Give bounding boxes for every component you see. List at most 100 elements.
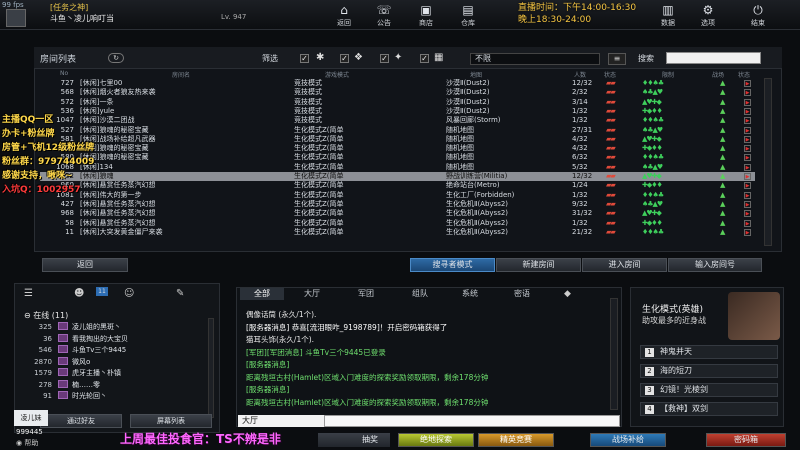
table-row[interactable]: 568 [休闲]烟火者狼友热来袭 竞技模式 沙漠Ⅱ(Dust2) 2/32 ▰▰ ♠♣▲♥ ▲…	[40, 88, 755, 97]
back-button[interactable]: 返回	[42, 258, 128, 272]
column-header[interactable]: No	[60, 70, 68, 77]
table-row[interactable]: 968 [休闲]悬赏任务蒸汽幻想 生化模式Z(简单 生化危机Ⅱ(Abyss2) 31/3…	[40, 209, 755, 218]
list-item[interactable]: 2870 微风o	[24, 356, 90, 367]
table-row[interactable]: 58 [休闲]悬赏任务蒸汽幻想 生化模式Z(简单 生化危机Ⅱ(Abyss2) 1/32 ▰…	[40, 219, 755, 228]
chat-channel-select[interactable]: 大厅	[238, 415, 324, 427]
table-row[interactable]: 580 [休闲]狼魂的秘密宝藏 生化模式Z(简单 随机地图 6/32 ▰▰ ♦♦♠♣ ▲ ▶	[40, 153, 755, 162]
help-link[interactable]: ◉ 帮助	[16, 438, 38, 448]
column-header[interactable]: 限制	[662, 70, 674, 79]
list-item[interactable]: 36 看我掏出的大宝贝	[24, 333, 128, 344]
chat-tab[interactable]: 系统	[448, 288, 492, 300]
column-header[interactable]: 状态	[738, 70, 750, 79]
play-icon[interactable]: ▶	[744, 98, 751, 106]
table-row[interactable]: 581 [休闲]战场补给超凡武器 生化模式Z(简单 随机地图 4/32 ▰▰ ▲♥✚◆ ▲ ▶	[40, 135, 755, 144]
table-row[interactable]: 1047 [休闲]沙漠二团战 竞技模式 风暴回廊(Storm) 1/32 ▰▰ ♦♦♠♣ ▲ ▶	[40, 116, 755, 125]
skill-item[interactable]: 4 【救神】双剑	[640, 402, 778, 416]
play-icon[interactable]: ▶	[744, 200, 751, 208]
nav-button-4[interactable]: ▥ 数据	[652, 3, 684, 29]
skill-item[interactable]: 2 海的短刀	[640, 364, 778, 378]
filter-select[interactable]: 不限	[470, 53, 600, 65]
list-item[interactable]: 325 凌儿姐的黑斑丶	[24, 322, 121, 332]
table-row[interactable]: 1068 [休闲]134 生化模式Z(简单 随机地图 5/32 ▰▰ ♠♣▲♥ ▲ ▶	[40, 163, 755, 172]
play-icon[interactable]: ▶	[744, 117, 751, 125]
filter-checkbox-1[interactable]: ✓	[300, 54, 309, 63]
list-item[interactable]: 546 斗鱼Tv三个9445	[24, 345, 126, 355]
list-item[interactable]: 278 楠……零	[24, 379, 100, 390]
column-header[interactable]: 房间名	[172, 70, 190, 79]
chat-tab[interactable]: 全部	[240, 288, 284, 300]
column-header[interactable]: 地图	[470, 70, 482, 79]
play-icon[interactable]: ▶	[744, 89, 751, 97]
chat-scrollbar[interactable]	[610, 298, 618, 410]
table-row[interactable]: 527 [休闲]狼魂的秘密宝藏 生化模式Z(简单 随机地图 27/31 ▰▰ ♠♣▲♥ ▲ ▶	[40, 126, 755, 135]
password-box-button[interactable]: 密码箱	[706, 433, 786, 447]
play-icon[interactable]: ▶	[744, 80, 751, 87]
table-row[interactable]: 1032 [休闲]狼魂 生化模式Z(简单 野战训练营(Militia) 12/32 ▰▰ ▲…	[40, 172, 755, 181]
chat-tab[interactable]: 军团	[344, 288, 388, 300]
group-icon[interactable]: ☺	[124, 288, 134, 299]
table-row[interactable]: 960 [休闲]悬赏任务蒸汽幻想 生化模式Z(简单 绝命站台(Metro) 1/24 ▰▰…	[40, 181, 755, 190]
column-header[interactable]: 战场	[712, 70, 724, 79]
chat-tab[interactable]: 密语	[500, 288, 544, 300]
play-icon[interactable]: ▶	[744, 219, 751, 227]
play-icon[interactable]: ▶	[744, 191, 751, 199]
filter-checkbox-3[interactable]: ✓	[380, 54, 389, 63]
lottery-button[interactable]: 抽奖	[318, 433, 390, 447]
table-row[interactable]: 507 [休闲]狼魂的秘密宝藏 生化模式Z(简单 随机地图 4/32 ▰▰ ✚◆♦♦ ▲ ▶	[40, 144, 755, 153]
chat-tab[interactable]: 组队	[398, 288, 442, 300]
add-friend-button[interactable]: 通过好友	[40, 414, 122, 428]
refresh-icon[interactable]: ↻	[108, 53, 124, 63]
play-icon[interactable]: ▶	[744, 154, 751, 162]
elite-contest-button[interactable]: 精英竞赛	[478, 433, 554, 447]
new-room-button[interactable]: 新建房间	[496, 258, 581, 272]
nav-button-6[interactable]: ⏻ 结束	[742, 3, 774, 29]
menu-icon[interactable]: ≡	[608, 53, 626, 65]
play-icon[interactable]: ▶	[744, 228, 751, 236]
table-row[interactable]: 727 [休闲]七里00 竞技模式 沙漠Ⅱ(Dust2) 12/32 ▰▰ ♦♦♠♣ ▲ ▶	[40, 79, 755, 88]
play-icon[interactable]: ▶	[744, 126, 751, 134]
nav-button-1[interactable]: ☏ 公告	[368, 3, 400, 29]
table-row[interactable]: 427 [休闲]悬赏任务蒸汽幻想 生化模式Z(简单 生化危机Ⅱ(Abyss2) 9/32…	[40, 200, 755, 209]
column-header[interactable]: 游戏模式	[325, 70, 349, 79]
screen-list-button[interactable]: 屏幕列表	[130, 414, 212, 428]
play-icon[interactable]: ▶	[744, 107, 751, 115]
play-icon[interactable]: ▶	[744, 163, 751, 171]
supply-button[interactable]: 战场补给	[590, 433, 666, 447]
column-header[interactable]: 人数	[574, 70, 586, 79]
filter-checkbox-4[interactable]: ✓	[420, 54, 429, 63]
table-row[interactable]: 11 [休闲]大突发黄金僵尸来袭 生化模式Z(简单 生化危机Ⅱ(Abyss2) 21/3…	[40, 228, 755, 237]
chat-tab[interactable]: 大厅	[290, 288, 334, 300]
table-row[interactable]: 572 [休闲]一条 竞技模式 沙漠Ⅱ(Dust2) 3/14 ▰▰ ▲♥✚◆ ▲ ▶	[40, 98, 755, 107]
skill-item[interactable]: 3 幻镜！光棱剑	[640, 383, 778, 397]
column-header[interactable]: 状态	[604, 70, 616, 79]
diamond-icon[interactable]: ◆	[564, 289, 571, 299]
search-input[interactable]	[666, 52, 761, 64]
play-icon[interactable]: ▶	[744, 173, 751, 180]
explore-button[interactable]: 绝地探索	[398, 433, 474, 447]
table-row[interactable]: 536 [休闲]yule 竞技模式 沙漠Ⅱ(Dust2) 1/32 ▰▰ ✚◆♦♦ ▲ ▶	[40, 107, 755, 116]
input-room-button[interactable]: 输入房间号	[668, 258, 762, 272]
online-header[interactable]: ⊖ 在线 (11)	[24, 310, 68, 321]
nav-button-2[interactable]: ▣ 商店	[410, 3, 442, 29]
bottom-avatar-name[interactable]: 凌儿妹	[14, 410, 48, 426]
quick-match-button[interactable]: 搜寻者模式	[410, 258, 495, 272]
list-icon[interactable]: ☰	[24, 288, 33, 299]
nav-button-3[interactable]: ▤ 仓库	[452, 3, 484, 29]
chat-input[interactable]	[324, 415, 620, 427]
list-item[interactable]: 1579 虎牙主播丶朴镇	[24, 368, 121, 378]
filter-checkbox-2[interactable]: ✓	[340, 54, 349, 63]
friends-icon[interactable]: ☻	[74, 288, 84, 299]
list-item[interactable]: 91 时光轮回丶	[24, 391, 107, 401]
enter-room-button[interactable]: 进入房间	[582, 258, 667, 272]
avatar[interactable]	[6, 9, 26, 27]
nav-button-0[interactable]: ⌂ 返回	[328, 3, 360, 29]
room-list-scrollbar[interactable]	[764, 78, 772, 246]
play-icon[interactable]: ▶	[744, 145, 751, 153]
play-icon[interactable]: ▶	[744, 210, 751, 218]
skill-item[interactable]: 1 神鬼并天	[640, 345, 778, 359]
play-icon[interactable]: ▶	[744, 135, 751, 143]
friends-scrollbar[interactable]	[208, 318, 214, 418]
edit-icon[interactable]: ✎	[176, 288, 184, 299]
play-icon[interactable]: ▶	[744, 182, 751, 190]
table-row[interactable]: 1081 [休闲]伟大的第一步 生化模式Z(简单 生化工厂(Forbidden) 1/3…	[40, 191, 755, 200]
